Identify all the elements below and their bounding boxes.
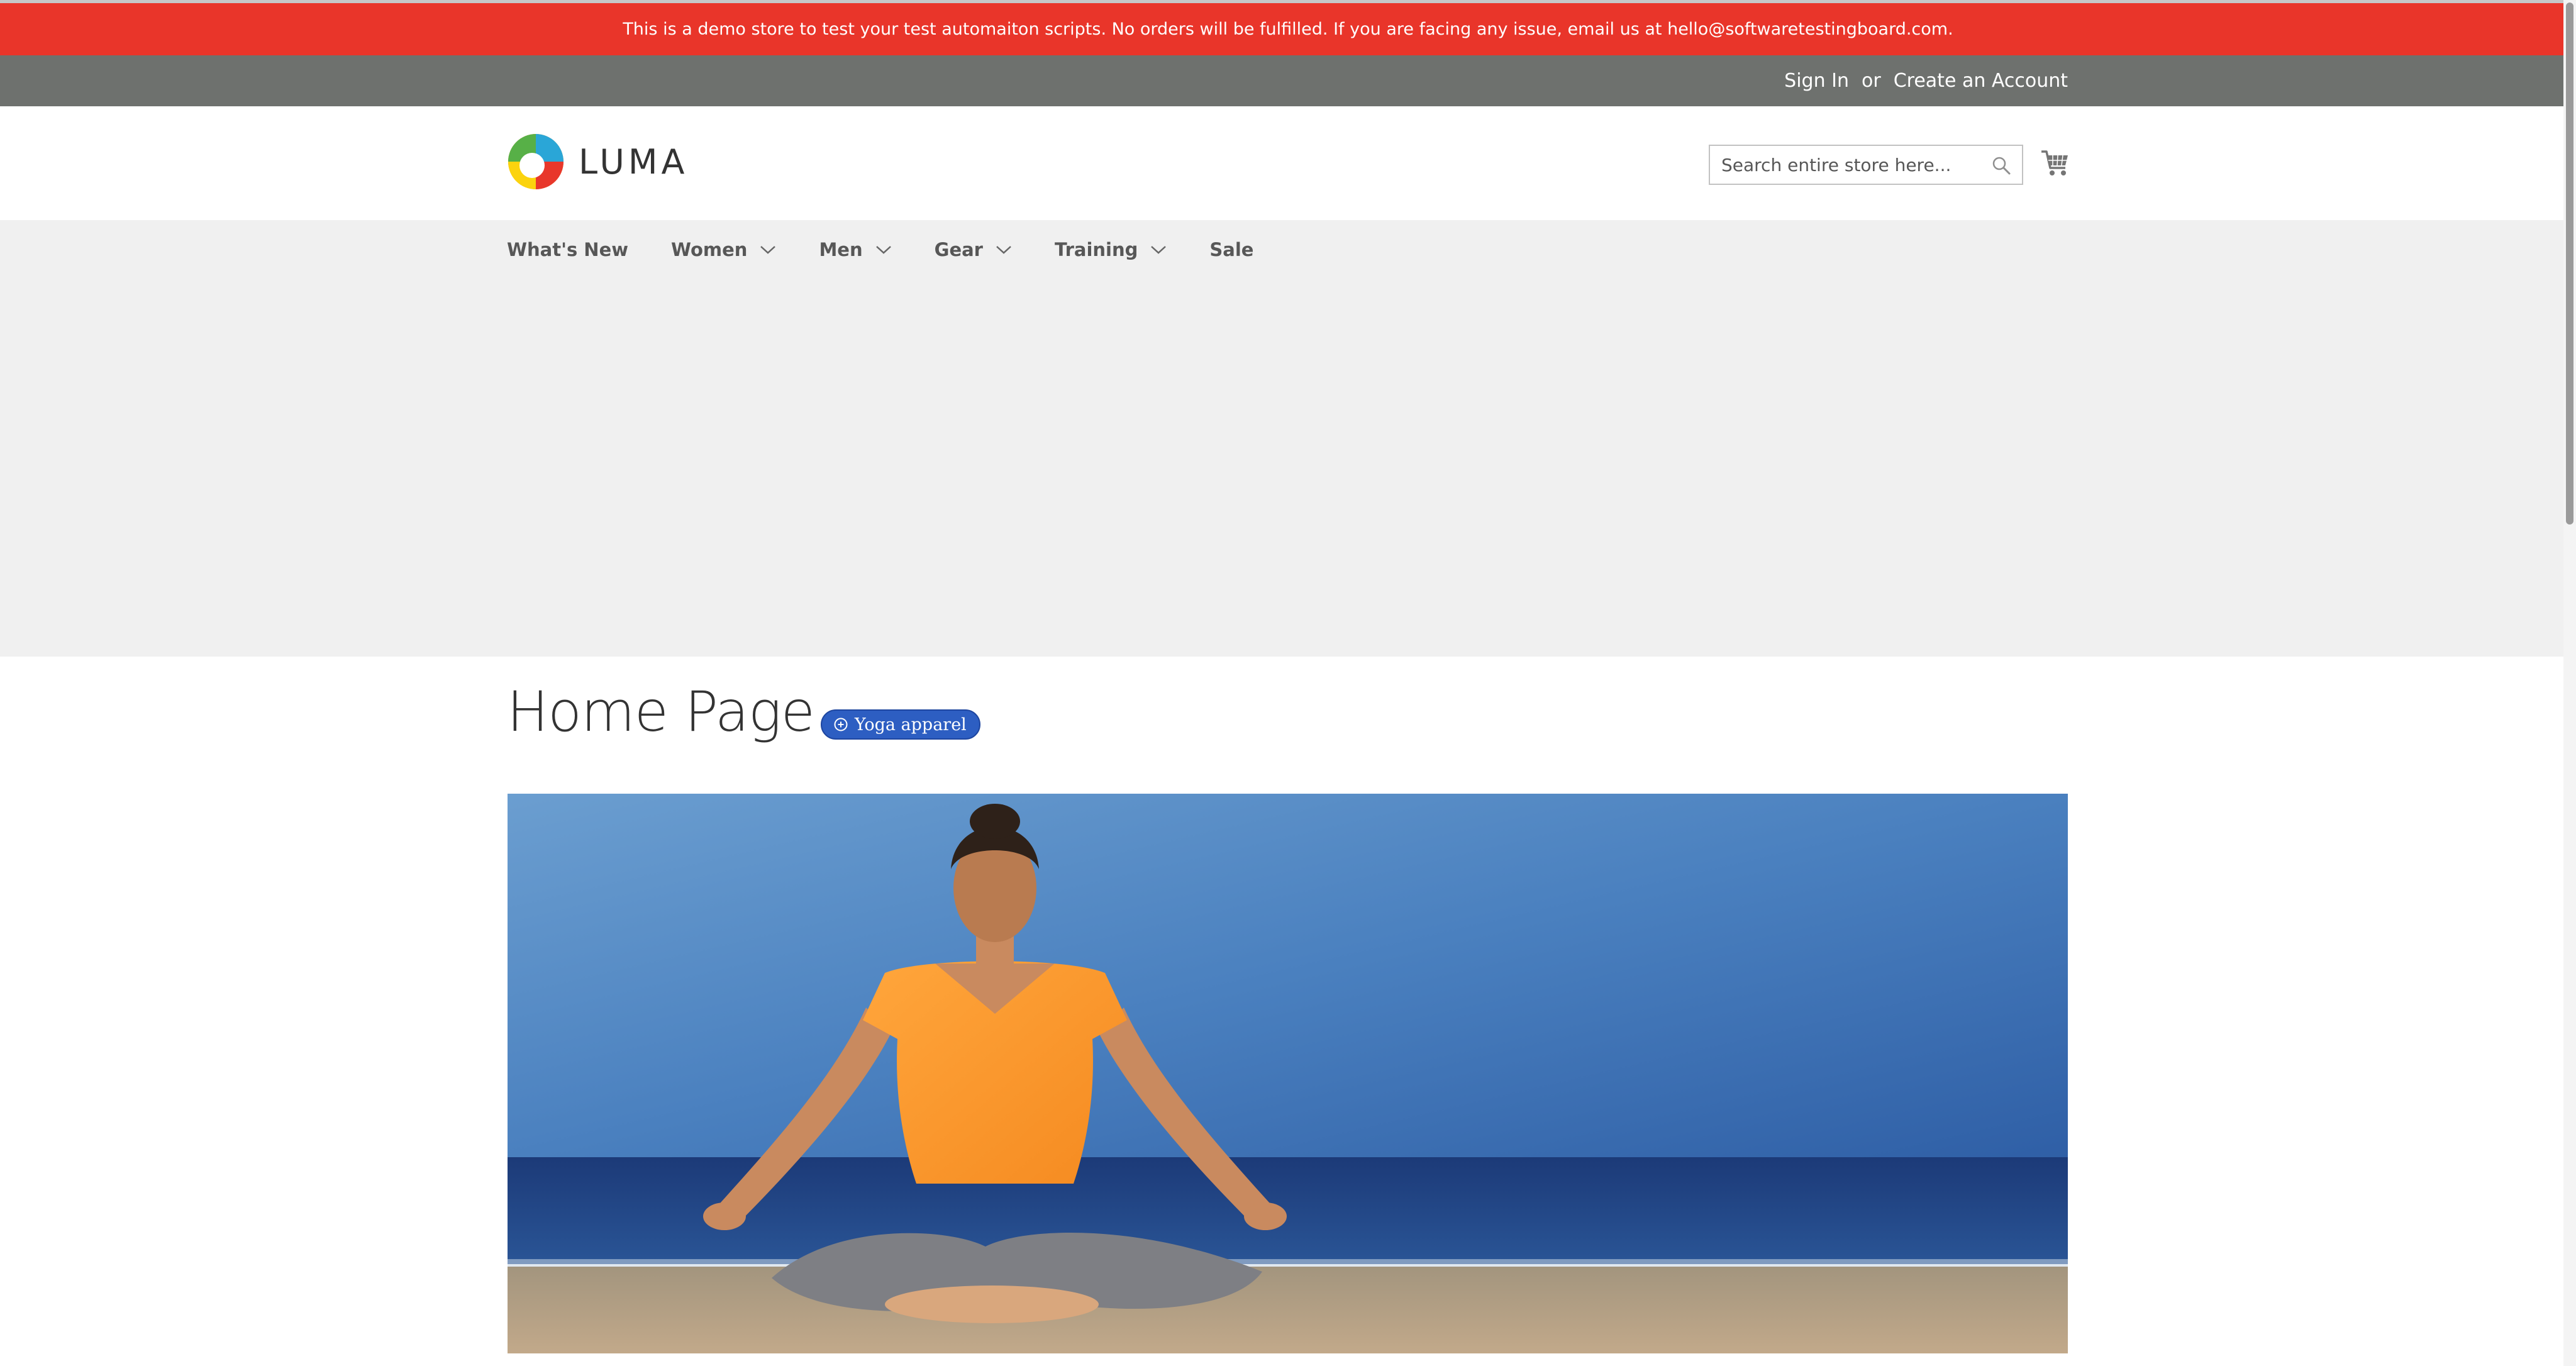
luma-logo-text: LUMA [579,142,689,182]
cart-icon[interactable] [2040,148,2070,178]
nav-item-men[interactable]: Men [819,239,891,260]
search-box [1709,145,2023,185]
nav-item-label: Gear [934,239,983,260]
nav-item-label: What's New [507,239,629,260]
page-scrollbar[interactable] [2563,0,2576,1366]
chevron-down-icon [1151,246,1167,254]
woman-meditating-on-beach-image [508,794,2068,1353]
sign-in-link[interactable]: Sign In [1784,70,1849,92]
or-separator: or [1862,70,1881,92]
header-links-bar: Sign In or Create an Account [0,55,2576,106]
nav-item-label: Training [1054,239,1138,260]
scrollbar-thumb[interactable] [2566,3,2573,525]
chevron-down-icon [760,246,776,254]
nav-item-sale[interactable]: Sale [1209,239,1253,260]
chevron-down-icon [996,246,1011,254]
luma-logo-icon [508,134,564,189]
luma-logo[interactable]: LUMA [507,133,688,191]
search-icon[interactable] [1992,156,2011,175]
search-input[interactable] [1710,147,1974,182]
nav-item-whats-new[interactable]: What's New [507,239,628,260]
hero-banner[interactable] [508,794,2068,1353]
page-title: Home Page [507,679,815,744]
create-account-link[interactable]: Create an Account [1894,70,2068,92]
page-title-area: Home Page Yoga apparel [507,680,980,743]
nav-item-label: Women [671,239,748,260]
nav-item-training[interactable]: Training [1055,239,1167,260]
yoga-apparel-badge[interactable]: Yoga apparel [820,709,980,740]
yoga-apparel-badge-label: Yoga apparel [854,714,967,735]
nav-item-label: Men [819,239,863,260]
chevron-down-icon [875,246,891,254]
site-header: LUMA [0,106,2576,220]
nav-item-gear[interactable]: Gear [935,239,1012,260]
nav-item-label: Sale [1209,239,1254,260]
navigation-area: What's New Women Men Gear Training Sale [0,220,2576,657]
main-navigation: What's New Women Men Gear Training Sale [507,220,1296,279]
plus-circle-icon [834,718,848,731]
demo-notice-text: This is a demo store to test your test a… [623,19,1953,39]
demo-notice-banner: This is a demo store to test your test a… [0,3,2576,55]
header-links: Sign In or Create an Account [1784,55,2068,106]
nav-item-women[interactable]: Women [671,239,776,260]
